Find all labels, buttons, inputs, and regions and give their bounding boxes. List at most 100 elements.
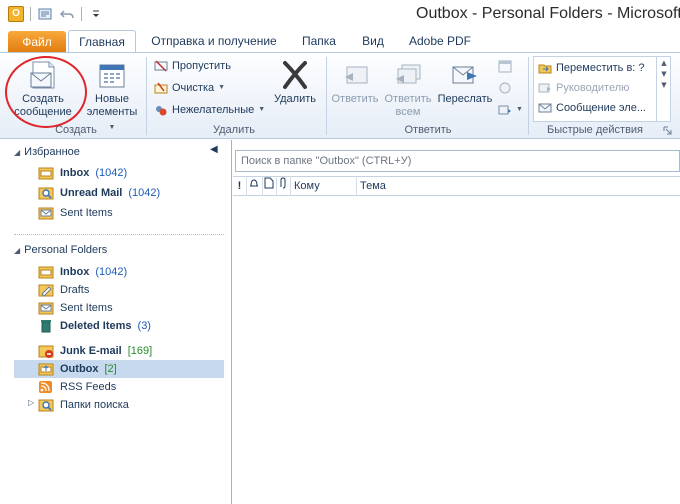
item-count: [2] <box>104 363 117 375</box>
reply-all-button[interactable]: Ответить всем <box>382 59 434 119</box>
ignore-icon <box>154 60 168 72</box>
folder-name: Sent Items <box>60 207 113 219</box>
move-to-folder-icon <box>538 64 552 74</box>
folder-rss-feeds[interactable]: RSS Feeds <box>38 378 116 396</box>
folder-name: Outbox <box>60 363 99 375</box>
collapse-pane-icon[interactable]: ◀ <box>210 144 218 155</box>
outlook-app-icon[interactable]: O <box>8 6 24 22</box>
expand-triangle-icon[interactable]: ▷ <box>28 398 34 407</box>
forward-button[interactable]: Переслать <box>436 59 494 106</box>
quick-steps-scroll[interactable]: ▲ ▼ ▼ <box>656 56 671 122</box>
attachment-column[interactable] <box>277 176 291 196</box>
tab-view[interactable]: Вид <box>354 30 392 52</box>
folder-outbox[interactable]: Outbox [2] <box>14 360 224 378</box>
folder-inbox[interactable]: Inbox (1042) <box>38 263 127 281</box>
folder-name: Inbox <box>60 266 90 278</box>
personal-folders-header[interactable]: ◢ Personal Folders <box>14 244 107 256</box>
sent-folder-icon <box>38 207 54 220</box>
chevron-down-icon: ▼ <box>258 106 266 113</box>
more-respond-icon <box>498 105 511 115</box>
trash-icon <box>41 320 51 333</box>
group-label-respond: Ответить <box>404 124 452 136</box>
chevron-down-icon: ▼ <box>516 106 523 113</box>
gallery-more-icon[interactable]: ▼ <box>657 80 671 91</box>
quick-step-team-email-label: Сообщение эле... <box>556 102 646 114</box>
navigation-pane: ◀ ◢ Избранное Inbox (1042) Unread Mail (10… <box>0 140 232 504</box>
favorite-inbox[interactable]: Inbox (1042) <box>38 164 127 182</box>
more-respond-button[interactable]: ▼ <box>498 101 523 119</box>
folder-drafts[interactable]: Drafts <box>38 281 89 299</box>
sent-folder-icon <box>38 302 54 315</box>
item-count: [169] <box>127 345 153 357</box>
to-column[interactable]: Кому <box>291 176 357 196</box>
folder-junk-email[interactable]: Junk E-mail [169] <box>38 342 152 360</box>
expand-triangle-icon[interactable]: ◢ <box>14 148 20 157</box>
meeting-button[interactable] <box>498 57 512 75</box>
new-items-button[interactable]: Новые элементы ▼ <box>86 59 138 134</box>
reply-icon <box>345 66 368 84</box>
tab-home[interactable]: Главная <box>68 30 136 52</box>
search-input[interactable]: Поиск в папке "Outbox" (CTRL+У) <box>235 150 680 172</box>
qat-separator <box>30 7 31 21</box>
icon-column[interactable] <box>263 176 277 196</box>
send-receive-icon[interactable] <box>37 6 53 22</box>
scroll-down-icon[interactable]: ▼ <box>657 69 671 80</box>
favorite-sent-items[interactable]: Sent Items <box>38 204 113 222</box>
undo-icon[interactable] <box>59 6 75 22</box>
reply-button[interactable]: Ответить <box>328 59 382 106</box>
ignore-button[interactable]: Пропустить <box>154 57 231 75</box>
folder-name: Unread Mail <box>60 187 123 199</box>
im-button[interactable] <box>498 79 512 97</box>
folder-deleted-items[interactable]: Deleted Items (3) <box>38 317 151 335</box>
favorites-title: Избранное <box>24 146 80 158</box>
quick-access-toolbar: O <box>8 6 104 22</box>
group-label-quick-steps: Быстрые действия <box>546 124 644 136</box>
junk-button[interactable]: Нежелательные ▼ <box>154 101 265 119</box>
scroll-up-icon[interactable]: ▲ <box>657 58 671 69</box>
ribbon-tabs: Файл Главная Отправка и получение Папка … <box>0 30 680 52</box>
new-email-icon <box>30 61 55 89</box>
group-separator <box>326 57 327 135</box>
quick-step-to-manager-label: Руководителю <box>556 82 630 94</box>
quick-step-move-to[interactable]: Переместить в: ? <box>538 59 645 77</box>
forward-icon <box>452 66 477 84</box>
folder-name: Папки поиска <box>60 399 129 411</box>
new-items-label-1: Новые <box>95 93 129 105</box>
tab-send-receive[interactable]: Отправка и получение <box>144 30 284 52</box>
cleanup-label: Очистка <box>172 82 215 94</box>
junk-label: Нежелательные <box>172 104 255 116</box>
subject-column[interactable]: Тема <box>357 176 680 196</box>
cleanup-button[interactable]: Очистка ▼ <box>154 79 225 97</box>
junk-folder-icon <box>38 345 54 358</box>
dialog-launcher-icon[interactable] <box>663 126 672 135</box>
tab-file[interactable]: Файл <box>8 31 66 52</box>
search-folder-icon <box>38 187 54 200</box>
unread-count: (1042) <box>95 266 128 278</box>
reply-all-label-2: всем <box>395 106 421 118</box>
section-divider <box>14 234 224 235</box>
personal-folders-title: Personal Folders <box>24 244 108 256</box>
favorites-header[interactable]: ◢ Избранное <box>14 146 80 158</box>
window-title: Outbox - Personal Folders - Microsoft O <box>416 5 680 22</box>
message-list-pane: Поиск в папке "Outbox" (CTRL+У) ! Кому Т… <box>233 140 680 504</box>
quick-step-to-manager[interactable]: Руководителю <box>538 79 629 97</box>
folder-name: Inbox <box>60 167 90 179</box>
tab-adobe-pdf[interactable]: Adobe PDF <box>402 30 478 52</box>
reply-label: Ответить <box>331 93 379 105</box>
importance-column[interactable]: ! <box>233 176 247 196</box>
quick-step-team-email[interactable]: Сообщение эле... <box>538 99 646 117</box>
favorite-unread-mail[interactable]: Unread Mail (1042) <box>38 184 160 202</box>
delete-x-icon <box>283 61 307 89</box>
expand-triangle-icon[interactable]: ◢ <box>14 246 20 255</box>
delete-button[interactable]: Удалить <box>270 59 320 106</box>
customize-qat-icon[interactable] <box>88 6 104 22</box>
document-icon <box>264 177 274 189</box>
folder-search-folders[interactable]: Папки поиска <box>38 396 129 414</box>
folder-sent-items[interactable]: Sent Items <box>38 299 113 317</box>
reminder-column[interactable] <box>247 176 263 196</box>
tab-folder[interactable]: Папка <box>296 30 342 52</box>
new-email-button[interactable]: Создать сообщение <box>10 59 76 119</box>
unread-count: (1042) <box>95 167 128 179</box>
title-bar: O Outbox - Personal Folders - Microsoft … <box>0 0 680 30</box>
inbox-folder-icon <box>38 167 54 180</box>
